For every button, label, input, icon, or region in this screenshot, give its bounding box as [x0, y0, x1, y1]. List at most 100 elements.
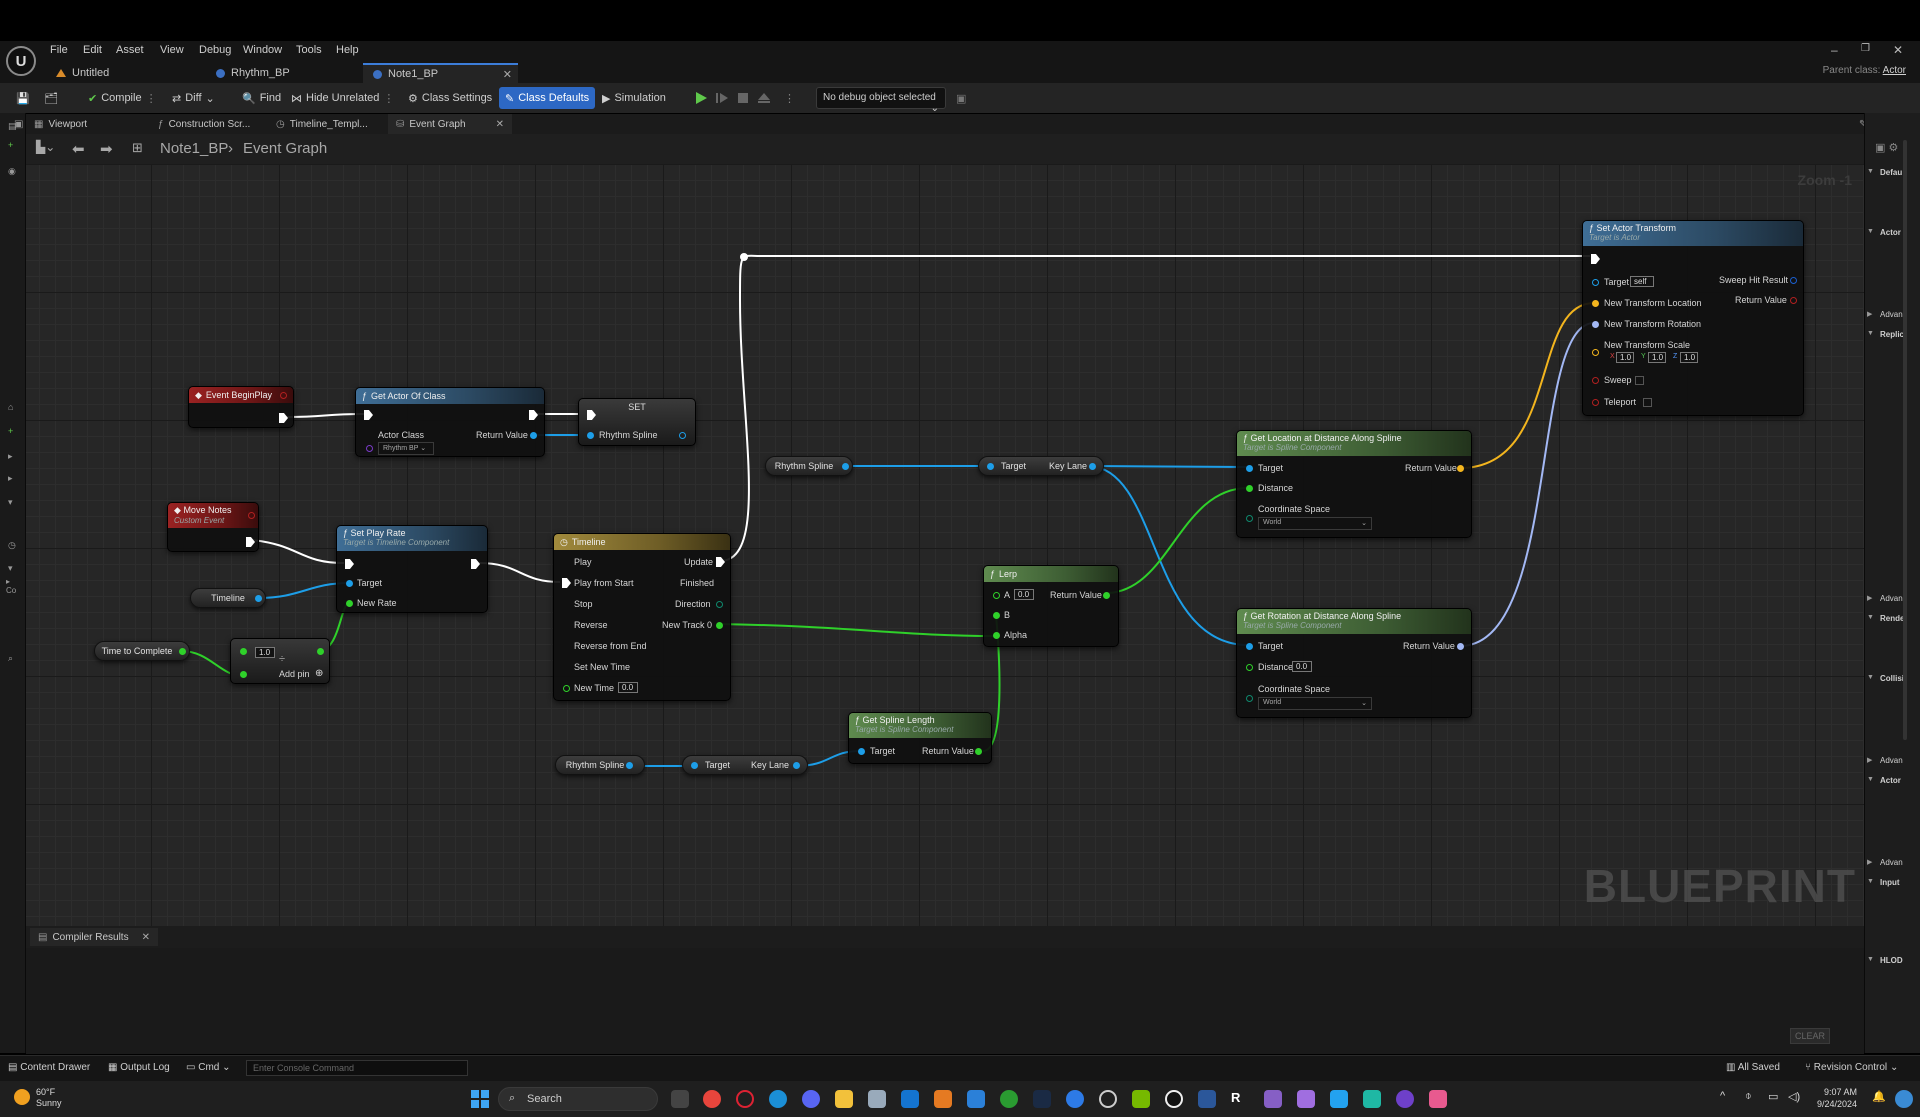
target-pin[interactable] — [987, 463, 994, 470]
actor-class-dropdown[interactable]: Rhythm BP ⌄ — [378, 442, 434, 455]
add-variable-icon[interactable]: + — [8, 426, 18, 436]
teleport-pin[interactable] — [1592, 399, 1599, 406]
menu-asset[interactable]: Asset — [116, 44, 144, 56]
return-value-pin[interactable] — [1457, 465, 1464, 472]
play-pin[interactable] — [562, 557, 571, 567]
output-log-button[interactable]: ▦ Output Log — [108, 1062, 170, 1073]
rider-icon[interactable]: R — [1231, 1090, 1249, 1108]
collapse-arrow-icon[interactable]: ▼ — [1867, 168, 1874, 175]
office-icon[interactable] — [934, 1090, 952, 1108]
chrome-icon[interactable] — [703, 1090, 721, 1108]
location-pin[interactable] — [1592, 300, 1599, 307]
volume-icon[interactable]: ◁) — [1788, 1090, 1806, 1108]
add-icon[interactable]: + — [8, 140, 18, 150]
collapse-arrow-icon[interactable]: ▼ — [1867, 956, 1874, 963]
compile-button[interactable]: ✔ Compile ⋮ — [82, 87, 163, 109]
app-icon[interactable] — [1099, 1090, 1117, 1108]
close-window-icon[interactable]: ✕ — [1893, 43, 1903, 57]
copilot-icon[interactable] — [1895, 1090, 1913, 1108]
sweep-hit-pin[interactable] — [1790, 277, 1797, 284]
details-section-collision[interactable]: Collisi — [1880, 674, 1904, 683]
output-pin[interactable] — [679, 432, 686, 439]
lock-icon[interactable]: ⌂ — [8, 402, 18, 412]
collapse-arrow-icon[interactable]: ▼ — [1867, 776, 1874, 783]
github-icon[interactable] — [1396, 1090, 1414, 1108]
close-tab-icon[interactable]: ✕ — [496, 119, 504, 130]
rhythm-spline-variable-node[interactable]: Rhythm Spline — [555, 755, 645, 775]
minimize-icon[interactable]: – — [1831, 43, 1838, 57]
sweep-pin[interactable] — [1592, 377, 1599, 384]
target-pin[interactable] — [858, 748, 865, 755]
revision-control-button[interactable]: ⑂ Revision Control ⌄ — [1805, 1062, 1898, 1073]
divide-node[interactable]: 1.0 ÷ Add pin ⊕ — [230, 638, 330, 684]
output-pin[interactable] — [317, 648, 324, 655]
coordinate-space-dropdown[interactable]: World ⌄ — [1258, 697, 1372, 710]
network-icon[interactable]: ▭ — [1768, 1090, 1786, 1108]
exec-in-pin[interactable] — [364, 410, 373, 420]
move-notes-event-node[interactable]: ◆ Move Notes Custom Event — [167, 502, 259, 552]
class-settings-button[interactable]: ⚙ Class Settings — [402, 87, 498, 109]
details-section-replication[interactable]: Replic — [1880, 330, 1904, 339]
outlook-icon[interactable] — [901, 1090, 919, 1108]
collapse-arrow-icon[interactable]: ▼ — [1867, 674, 1874, 681]
menu-debug[interactable]: Debug — [199, 44, 231, 56]
key-lane-getter-node[interactable]: Target Key Lane — [978, 456, 1104, 476]
return-value-pin[interactable] — [1103, 592, 1110, 599]
stop-pin[interactable] — [562, 599, 571, 609]
app-icon[interactable] — [1363, 1090, 1381, 1108]
details-section-default[interactable]: Defau — [1880, 168, 1902, 177]
variable-output-pin[interactable] — [842, 463, 849, 470]
exec-in-pin[interactable] — [1591, 254, 1600, 264]
class-defaults-button[interactable]: ✎ Class Defaults — [499, 87, 596, 109]
key-lane-output-pin[interactable] — [1089, 463, 1096, 470]
vscode-icon[interactable] — [1330, 1090, 1348, 1108]
edge-icon[interactable] — [769, 1090, 787, 1108]
set-new-time-pin[interactable] — [562, 662, 571, 672]
scale-y-input[interactable]: 1.0 — [1648, 352, 1666, 363]
new-time-pin[interactable] — [563, 685, 570, 692]
direction-pin[interactable] — [716, 601, 723, 608]
expand-arrow-icon[interactable]: ▶ — [1867, 858, 1872, 866]
collapse-arrow-icon[interactable]: ▼ — [1867, 228, 1874, 235]
coordinate-space-dropdown[interactable]: World ⌄ — [1258, 517, 1372, 530]
simulation-button[interactable]: ▶ Simulation — [596, 87, 672, 109]
play-icon[interactable] — [694, 91, 708, 105]
back-arrow-icon[interactable]: ⬅ — [72, 140, 85, 158]
stop-icon[interactable] — [736, 91, 750, 105]
components-icon[interactable]: ◉ — [8, 166, 18, 176]
save-button[interactable]: 💾 — [10, 87, 36, 109]
input-b-pin[interactable] — [240, 671, 247, 678]
word-icon[interactable] — [1198, 1090, 1216, 1108]
breadcrumb-blueprint[interactable]: Note1_BP — [160, 140, 228, 157]
class-pin[interactable] — [366, 445, 373, 452]
diff-button[interactable]: ⇄ Diff ⌄ — [166, 87, 221, 109]
variable-output-pin[interactable] — [255, 595, 262, 602]
details-section-advanced[interactable]: Advan — [1880, 756, 1903, 765]
return-value-pin[interactable] — [975, 748, 982, 755]
key-lane-output-pin[interactable] — [793, 762, 800, 769]
b-pin[interactable] — [993, 612, 1000, 619]
tab-construction-script[interactable]: ƒ Construction Scr... — [150, 114, 258, 134]
details-section-hlod[interactable]: HLOD — [1880, 956, 1903, 965]
delegate-pin[interactable] — [280, 391, 287, 399]
target-pin[interactable] — [1592, 279, 1599, 286]
expand-arrow-icon[interactable]: ▶ — [1867, 756, 1872, 764]
restore-icon[interactable]: ❐ — [1861, 43, 1870, 54]
a-pin[interactable] — [993, 592, 1000, 599]
collapse-arrow-icon[interactable]: ▼ — [1867, 330, 1874, 337]
notification-bell-icon[interactable]: 🔔 — [1872, 1090, 1890, 1108]
taskbar-clock[interactable]: 9:07 AM 9/24/2024 — [1817, 1086, 1857, 1110]
rhythm-spline-pin[interactable] — [587, 432, 594, 439]
tab-rhythm-bp[interactable]: Rhythm_BP — [206, 63, 366, 83]
expand-arrow-icon[interactable]: ▶ — [1867, 310, 1872, 318]
tree-arrow-icon[interactable]: ▾ — [8, 497, 18, 507]
get-spline-length-node[interactable]: ƒ Get Spline Length Target is Spline Com… — [848, 712, 992, 764]
alpha-pin[interactable] — [993, 632, 1000, 639]
target-pin[interactable] — [1246, 465, 1253, 472]
new-rate-pin[interactable] — [346, 600, 353, 607]
details-section-rendering[interactable]: Rende — [1880, 614, 1904, 623]
tab-note1-bp[interactable]: Note1_BP ✕ — [363, 63, 518, 83]
delegate-pin[interactable] — [248, 512, 255, 519]
bookmark-icon[interactable]: ▙⌄ — [36, 140, 55, 154]
visual-studio-icon[interactable] — [1264, 1090, 1282, 1108]
